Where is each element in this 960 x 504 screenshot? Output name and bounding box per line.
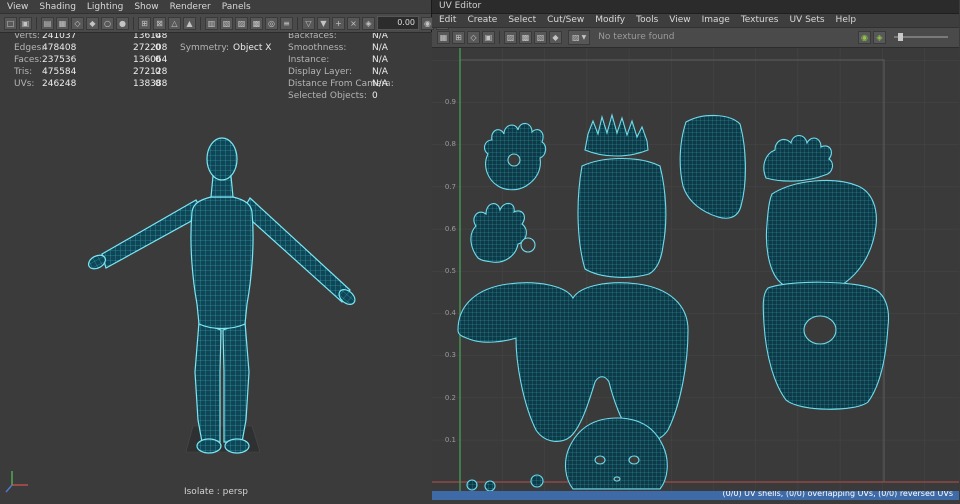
gate-mask-icon[interactable]: ▨ [235, 16, 248, 30]
menu-view[interactable]: View [7, 2, 28, 12]
textured-mode-icon[interactable]: + [332, 16, 345, 30]
snap-point-icon[interactable]: ◆ [86, 16, 99, 30]
viewport-panel[interactable]: View Shading Lighting Show Renderer Pane… [0, 0, 449, 500]
menu-textures[interactable]: Textures [741, 15, 779, 25]
no-texture-label: No texture found [598, 32, 675, 43]
uv-checker-icon[interactable]: ▧ [534, 30, 547, 44]
safe-title-icon[interactable]: ≡ [280, 16, 293, 30]
uv-shell-arm-left[interactable] [577, 157, 667, 278]
uv-layout-icon[interactable]: ▣ [482, 30, 495, 44]
camera-attributes-icon[interactable]: ⊞ [138, 16, 151, 30]
menu-tools[interactable]: Tools [636, 15, 658, 25]
slider-knob[interactable] [898, 33, 903, 42]
menu-help[interactable]: Help [836, 15, 857, 25]
menu-uv-sets[interactable]: UV Sets [789, 15, 824, 25]
model-foot-left[interactable] [196, 438, 222, 454]
toolbar-separator [133, 16, 134, 30]
resolution-gate-icon[interactable]: ▧ [220, 16, 233, 30]
menu-shading[interactable]: Shading [39, 2, 76, 12]
uv-distortion-icon[interactable]: ◆ [549, 30, 562, 44]
uv-optimize-icon[interactable]: ◇ [467, 30, 480, 44]
bookmarks-icon[interactable]: ⊠ [153, 16, 166, 30]
uv-editor-title: UV Editor [432, 0, 959, 14]
uv-toolbar-icons: ▦ ⊞ ◇ ▣ ▨ ▩ ▧ ◆ [437, 30, 562, 44]
select-tool-icon[interactable]: □ [4, 16, 17, 30]
viewport-menubar: View Shading Lighting Show Renderer Pane… [0, 0, 431, 14]
image-exposure-slider[interactable] [894, 33, 948, 42]
field-chart-icon[interactable]: ▩ [250, 16, 263, 30]
menu-edit[interactable]: Edit [439, 15, 456, 25]
wireframe-mode-icon[interactable]: ▽ [302, 16, 315, 30]
uv-canvas[interactable]: 0.1 0.2 0.3 0.4 0.5 0.6 0.7 0.8 0.9 [432, 47, 959, 491]
menu-modify[interactable]: Modify [595, 15, 625, 25]
uv-editor-panel[interactable]: UV Editor Edit Create Select Cut/Sew Mod… [432, 0, 959, 500]
model-foot-right[interactable] [224, 438, 250, 454]
lighting-mode-icon[interactable]: × [347, 16, 360, 30]
toolbar-separator [200, 16, 201, 30]
toolbar-separator [36, 16, 37, 30]
uv-shell-face-eye-right[interactable] [628, 455, 640, 465]
toolbar-separator [499, 30, 500, 44]
uv-grid-lines [432, 47, 959, 491]
image-plane-icon[interactable]: △ [168, 16, 181, 30]
uv-shell-button-3[interactable] [530, 474, 544, 488]
uv-shell-button-2[interactable] [484, 480, 496, 491]
model-leg-left[interactable] [194, 321, 222, 443]
snap-view-icon[interactable]: ○ [101, 16, 114, 30]
uv-shade-icon[interactable]: ▨ [504, 30, 517, 44]
uv-move-sew-icon[interactable]: ⊞ [452, 30, 465, 44]
snap-curve-icon[interactable]: ◇ [71, 16, 84, 30]
texture-select-dropdown[interactable]: ▨ ▼ [568, 29, 591, 45]
toolbar-separator [297, 16, 298, 30]
3d-viewport[interactable] [0, 32, 432, 500]
uv-shell-face-eye-left[interactable] [594, 455, 606, 465]
menu-renderer[interactable]: Renderer [170, 2, 211, 12]
uv-shell-torso[interactable] [762, 281, 890, 410]
uv-editor-menubar: Edit Create Select Cut/Sew Modify Tools … [432, 14, 959, 28]
uv-lattice-tool-icon[interactable]: ▦ [437, 30, 450, 44]
shaded-mode-icon[interactable]: ▼ [317, 16, 330, 30]
safe-action-icon[interactable]: ◎ [265, 16, 278, 30]
model-head[interactable] [206, 137, 238, 181]
chevron-down-icon: ▼ [581, 33, 587, 41]
viewport-toolbar: □▣▤▦◇◆○●⊞⊠△▲▥▧▨▩◎≡▽▼+×◈ 0.00 ◉✎ [0, 14, 449, 33]
grid-display-icon[interactable]: ▤ [41, 16, 54, 30]
make-live-icon[interactable]: ● [116, 16, 129, 30]
uv-toolbar-icons-right: ◉ ◈ [858, 30, 886, 44]
menu-select[interactable]: Select [508, 15, 536, 25]
menu-image[interactable]: Image [702, 15, 730, 25]
uv-shell-torso-hole[interactable] [803, 315, 837, 345]
menu-show[interactable]: Show [134, 2, 158, 12]
uv-shell-button-1[interactable] [466, 479, 478, 491]
menu-view[interactable]: View [669, 15, 690, 25]
viewport-toolbar-icons: □ ▣ ▤ ▦ ◇ ◆ ○ ● ⊞ ⊠ △ ▲ ▥ ▧ ▨ ▩ ◎ ≡ ▽ ▼ + × ◈ [4, 16, 375, 30]
refresh-image-icon[interactable]: ◈ [873, 30, 886, 44]
uv-shell-hand-a-hole[interactable] [507, 153, 521, 167]
menu-cut-sew[interactable]: Cut/Sew [547, 15, 584, 25]
model-leg-right[interactable] [222, 321, 250, 443]
snap-grid-icon[interactable]: ▦ [56, 16, 69, 30]
model-torso[interactable] [190, 196, 254, 330]
component-select-icon[interactable]: ▣ [19, 16, 32, 30]
menu-create[interactable]: Create [467, 15, 497, 25]
bake-editor-texture-icon[interactable]: ◉ [858, 30, 871, 44]
menu-panels[interactable]: Panels [222, 2, 251, 12]
checker-texture-icon: ▨ [572, 32, 580, 42]
channel-entry-field[interactable]: 0.00 [377, 16, 419, 30]
film-gate-icon[interactable]: ▥ [205, 16, 218, 30]
uv-shell-face-mouth[interactable] [613, 476, 621, 482]
uv-borders-icon[interactable]: ▩ [519, 30, 532, 44]
xray-mode-icon[interactable]: ◈ [362, 16, 375, 30]
two-d-pan-zoom-icon[interactable]: ▲ [183, 16, 196, 30]
menu-lighting[interactable]: Lighting [87, 2, 123, 12]
uv-editor-toolbar: ▦ ⊞ ◇ ▣ ▨ ▩ ▧ ◆ ▨ ▼ No texture found ◉ ◈ [432, 27, 959, 48]
view-axis-icon [5, 471, 28, 493]
uv-shell-wrist-ring[interactable] [520, 237, 536, 253]
